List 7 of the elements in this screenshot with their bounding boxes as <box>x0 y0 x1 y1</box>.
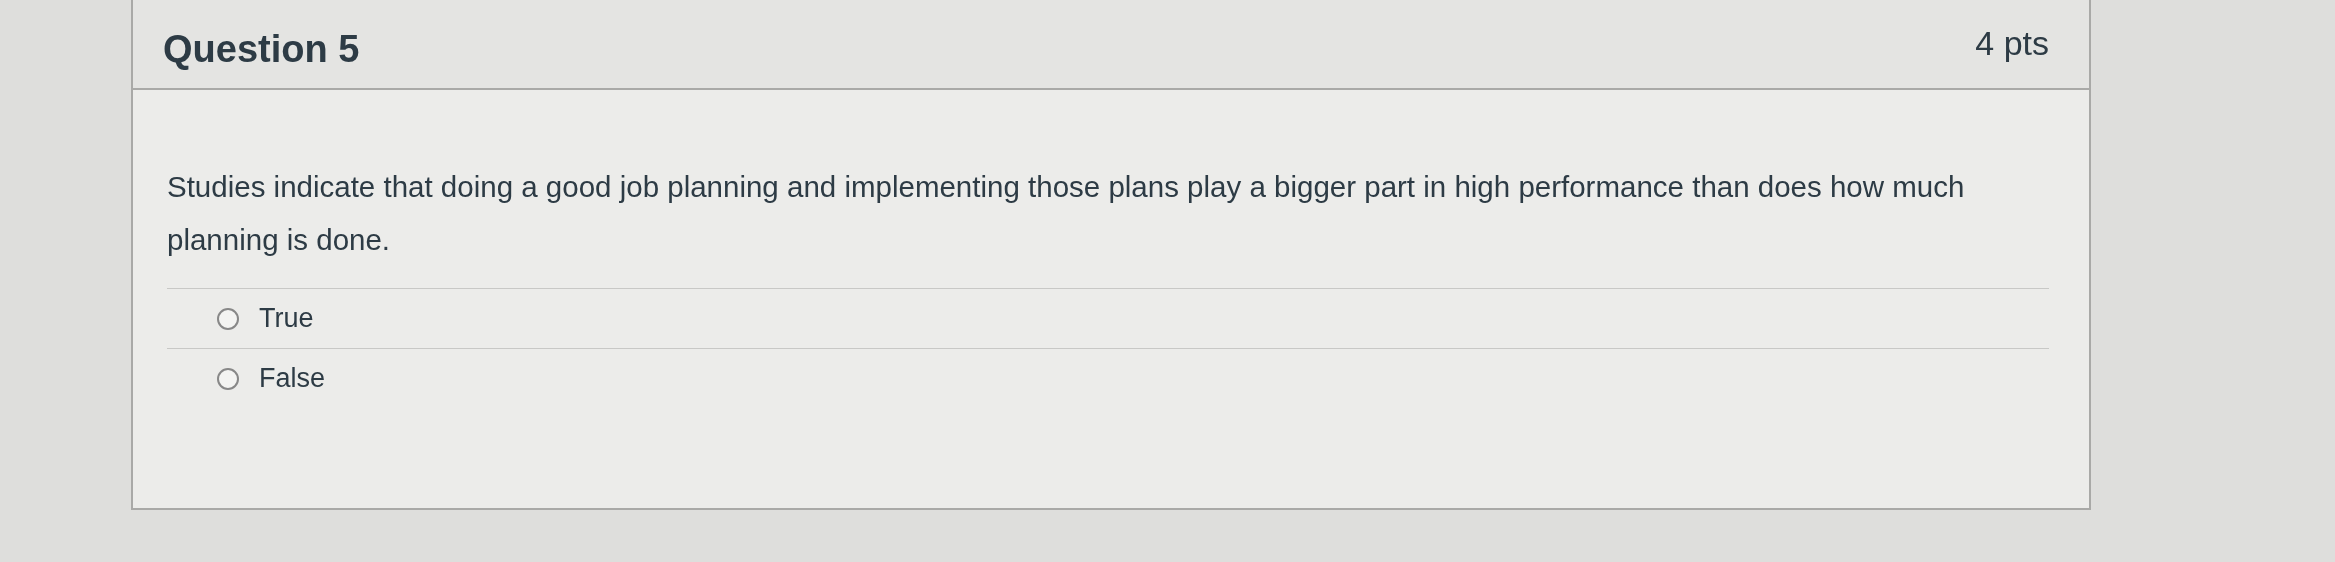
question-title: Question 5 <box>163 28 360 71</box>
answer-label[interactable]: True <box>259 303 314 334</box>
question-text: Studies indicate that doing a good job planning and implementing those plans play a bigger part in high performance than does how much planning is done. <box>167 169 1966 258</box>
radio-button[interactable] <box>217 367 239 390</box>
points-label: 4 pts <box>1975 24 2049 63</box>
answer-label[interactable]: False <box>259 363 326 394</box>
radio-button[interactable] <box>217 307 239 330</box>
